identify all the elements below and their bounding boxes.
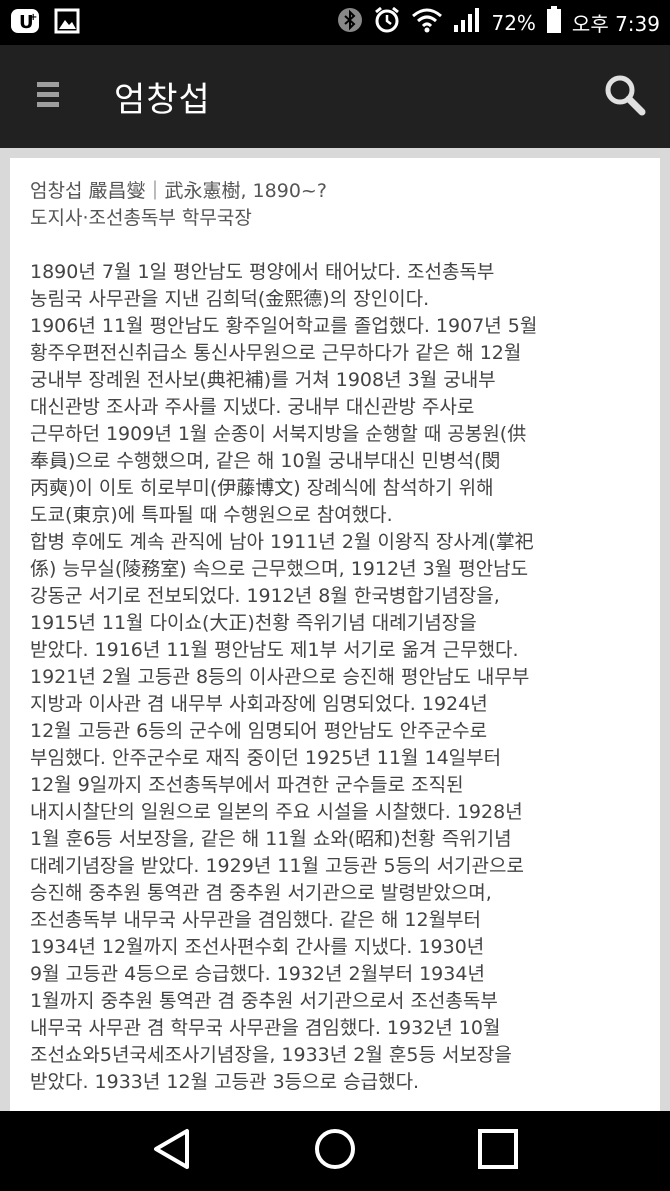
article-line: 농림국 사무관을 지낸 김희덕(金熙德)의 장인이다. [30, 288, 430, 310]
back-button[interactable] [142, 1121, 202, 1181]
search-icon [603, 73, 647, 121]
battery-icon [546, 6, 562, 39]
article-line: 12월 고등관 6등의 군수에 임명되어 평안남도 안주군수로 [30, 720, 488, 742]
article-line: 황주우편전신취급소 통신사무원으로 근무하다가 같은 해 12월 [30, 342, 522, 364]
article-line: 1월 훈6등 서보장을, 같은 해 11월 쇼와(昭和)천황 즉위기념 [30, 828, 512, 850]
article-line: 받았다. 1933년 12월 고등관 3등으로 승급했다. [30, 1071, 420, 1093]
article-line: 1921년 2월 고등관 8등의 이사관으로 승진해 평안남도 내무부 [30, 666, 530, 688]
article-card: 엄창섭 嚴昌燮｜武永憲樹, 1890~? 도지사·조선총독부 학무국장 1890… [10, 158, 660, 1111]
article-line: 승진해 중추원 통역관 겸 중추원 서기관으로 발령받았으며, [30, 882, 492, 904]
u-plus-icon: U + [10, 8, 40, 38]
article-line: 대례기념장을 받았다. 1929년 11월 고등관 5등의 서기관으로 [30, 855, 524, 877]
app-bar: 엄창섭 [0, 45, 670, 148]
bluetooth-icon [337, 7, 363, 38]
article-header-line: 엄창섭 嚴昌燮｜武永憲樹, 1890~? [30, 180, 327, 202]
article-line: 奉員)으로 수행했으며, 같은 해 10월 궁내부대신 민병석(閔 [30, 450, 501, 472]
back-triangle-icon [152, 1127, 192, 1175]
article-line: 궁내부 장례원 전사보(典祀補)를 거쳐 1908년 3월 궁내부 [30, 369, 496, 391]
article-line: 내무국 사무관 겸 학무국 사무관을 겸임했다. 1932년 10월 [30, 1017, 501, 1039]
article-line: 조선총독부 내무국 사무관을 겸임했다. 같은 해 12월부터 [30, 909, 482, 931]
article-line: 1906년 11월 평안남도 황주일어학교를 졸업했다. 1907년 5월 [30, 315, 538, 337]
home-button[interactable] [305, 1121, 365, 1181]
article-line: 1월까지 중추원 통역관 겸 중추원 서기관으로서 조선총독부 [30, 990, 498, 1012]
article-line: 丙奭)이 이토 히로부미(伊藤博文) 장례식에 참석하기 위해 [30, 477, 494, 499]
article-subtitle-line: 도지사·조선총독부 학무국장 [30, 207, 252, 229]
article-line: 강동군 서기로 전보되었다. 1912년 8월 한국병합기념장을, [30, 585, 500, 607]
navigation-bar [0, 1111, 670, 1191]
article-line: 지방과 이사관 겸 내무부 사회과장에 임명되었다. 1924년 [30, 693, 488, 715]
article-line: 내지시찰단의 일원으로 일본의 주요 시설을 시찰했다. 1928년 [30, 801, 523, 823]
home-circle-icon [313, 1127, 357, 1175]
article-line: 받았다. 1916년 11월 평안남도 제1부 서기로 옮겨 근무했다. [30, 639, 519, 661]
search-button[interactable] [580, 45, 670, 148]
alarm-icon [373, 6, 401, 39]
svg-text:+: + [29, 12, 37, 23]
page-title: 엄창섭 [114, 80, 211, 120]
article-line: 부임했다. 안주군수로 재직 중이던 1925년 11월 14일부터 [30, 747, 502, 769]
article-line: 도쿄(東京)에 특파될 때 수행원으로 참여했다. [30, 504, 393, 526]
article-line: 조선쇼와5년국세조사기념장을, 1933년 2월 훈5등 서보장을 [30, 1044, 512, 1066]
article-line: 근무하던 1909년 1월 순종이 서북지방을 순행할 때 공봉원(供 [30, 423, 527, 445]
article-line: 係) 능무실(陵務室) 속으로 근무했으며, 1912년 3월 평안남도 [30, 558, 529, 580]
article-line: 1934년 12월까지 조선사편수회 간사를 지냈다. 1930년 [30, 936, 485, 958]
article-line: 12월 9일까지 조선총독부에서 파견한 군수들로 조직된 [30, 774, 464, 796]
article-line: 1915년 11월 다이쇼(大正)천황 즉위기념 대례기념장을 [30, 612, 477, 634]
battery-percent: 72% [491, 10, 536, 35]
article-line: 9월 고등관 4등으로 승급했다. 1932년 2월부터 1934년 [30, 963, 485, 985]
wifi-icon [411, 7, 443, 38]
article-line: 합병 후에도 계속 관직에 남아 1911년 2월 이왕직 장사계(掌祀 [30, 531, 534, 553]
gallery-icon [54, 8, 80, 38]
recents-button[interactable] [468, 1121, 528, 1181]
menu-button[interactable] [8, 45, 88, 148]
article-line: 대신관방 조사과 주사를 지냈다. 궁내부 대신관방 주사로 [30, 396, 475, 418]
article-line: 1890년 7월 1일 평안남도 평양에서 태어났다. 조선총독부 [30, 261, 495, 283]
signal-icon [453, 7, 481, 38]
hamburger-menu-icon [37, 80, 59, 114]
clock: 오후 7:39 [571, 12, 660, 36]
status-bar: U + 72% 오후 7:39 [0, 0, 670, 45]
recents-square-icon [477, 1128, 519, 1174]
